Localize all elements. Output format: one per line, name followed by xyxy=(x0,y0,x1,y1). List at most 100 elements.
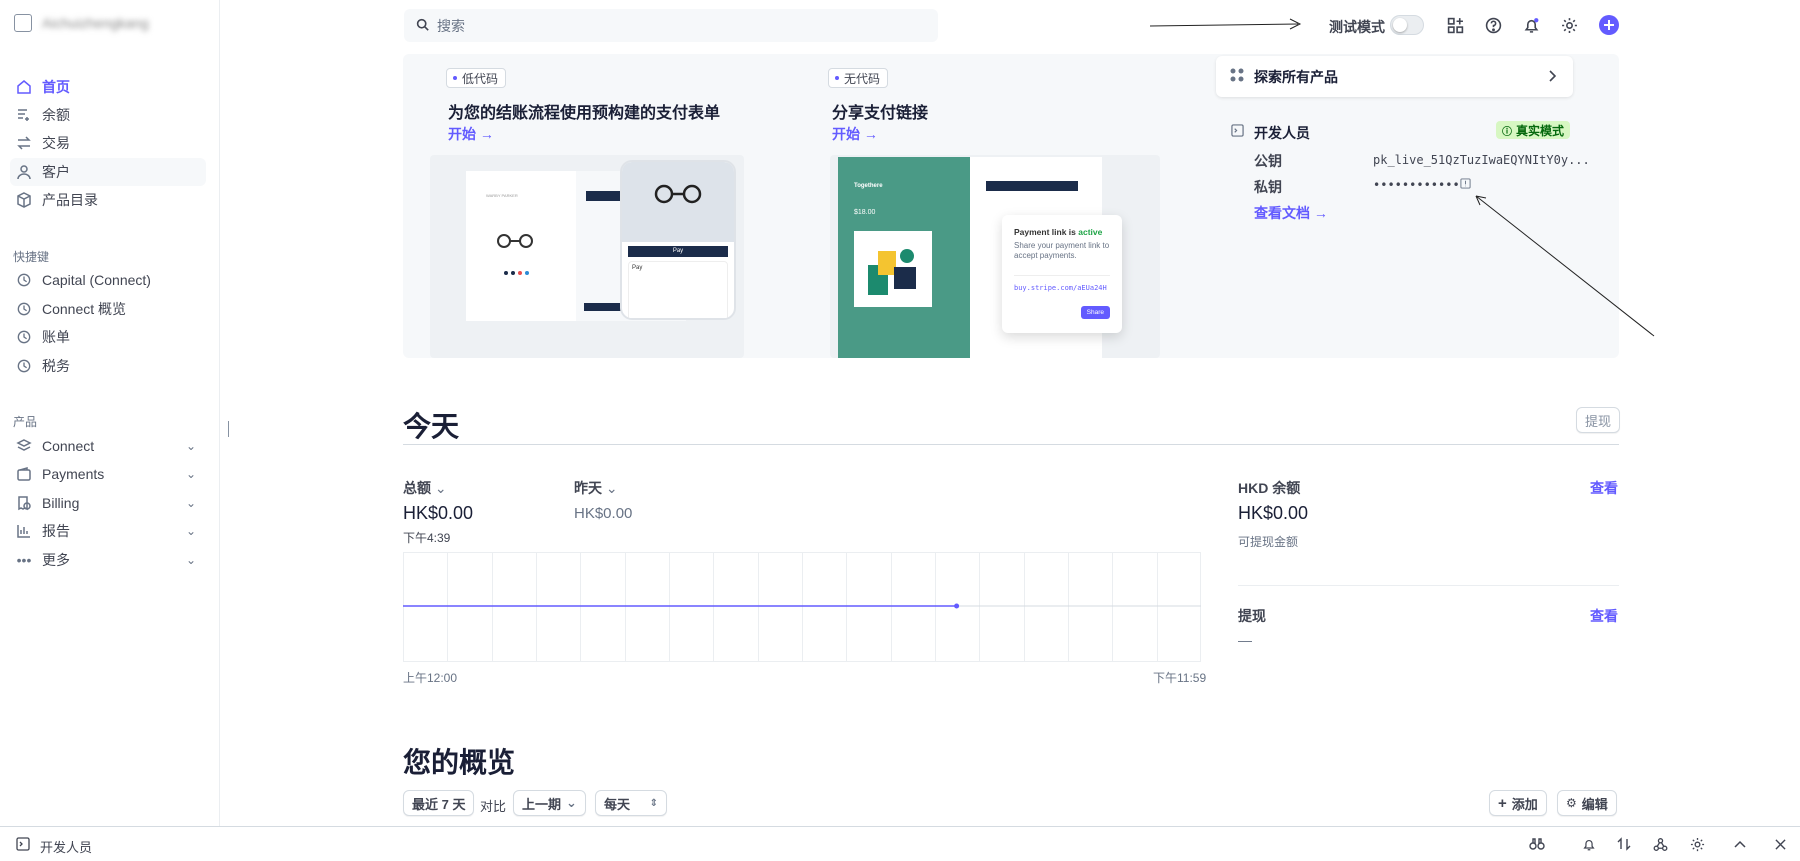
sidebar-resize-handle[interactable] xyxy=(228,421,229,437)
gross-volume-value: HK$0.00 xyxy=(403,503,474,523)
sidebar-item-connect[interactable]: Connect ⌄ xyxy=(10,432,206,460)
compare-period-select[interactable]: 上一期 ⌄ xyxy=(513,790,586,816)
payout-button[interactable]: 提现 xyxy=(1576,407,1621,433)
explore-all-products-button[interactable]: 探索所有产品 xyxy=(1216,56,1573,97)
billing-icon xyxy=(16,495,32,511)
sidebar-item-label: 产品目录 xyxy=(42,192,98,208)
divider xyxy=(1238,585,1619,586)
sidebar-item-billing[interactable]: Billing ⌄ xyxy=(10,489,206,517)
sidebar-item-tax[interactable]: 税务 xyxy=(10,352,206,380)
today-chart xyxy=(403,552,1201,662)
secret-key-label: 私钥 xyxy=(1254,179,1282,195)
bar-chart-icon xyxy=(16,523,32,539)
sidebar-item-transactions[interactable]: 交易 xyxy=(10,129,206,157)
account-switcher[interactable]: Aichuizhengkang xyxy=(14,14,149,32)
add-widget-button[interactable]: + 添加 xyxy=(1489,790,1547,816)
grid-icon xyxy=(1230,68,1244,85)
sidebar-item-product-catalog[interactable]: 产品目录 xyxy=(10,186,206,214)
sidebar-item-reports[interactable]: 报告 ⌄ xyxy=(10,517,206,545)
developer-title: 开发人员 xyxy=(1254,125,1310,141)
chevron-down-icon: ⌄ xyxy=(185,496,196,510)
chevron-down-icon: ⌄ xyxy=(566,795,577,810)
person-icon xyxy=(16,164,32,180)
inspect-binoculars-icon[interactable] xyxy=(1528,835,1546,853)
search-icon xyxy=(416,18,429,34)
chevron-right-icon xyxy=(1547,69,1557,85)
payment-link-preview-image: Togethere $18.00 Payment link is active … xyxy=(830,155,1160,358)
no-code-badge: 无代码 xyxy=(828,68,889,88)
sidebar-item-balance[interactable]: 余额 xyxy=(10,101,206,129)
checkout-card-title: 为您的结账流程使用预构建的支付表单 xyxy=(448,105,721,122)
hkd-balance-label: HKD 余额 xyxy=(1238,480,1301,496)
hkd-balance-value: HK$0.00 xyxy=(1238,503,1309,523)
sidebar-item-more[interactable]: ••• 更多 ⌄ xyxy=(10,546,206,574)
sidebar-item-label: 报告 xyxy=(42,523,70,539)
terminal-icon xyxy=(16,837,30,856)
sidebar-item-label: Connect xyxy=(42,438,95,454)
sidebar-item-label: 更多 xyxy=(42,552,70,568)
sidebar-item-label: 首页 xyxy=(42,79,70,95)
chart-axis-end: 下午11:59 xyxy=(1153,671,1207,685)
create-plus-icon[interactable] xyxy=(1598,14,1620,36)
sidebar-item-payments[interactable]: Payments ⌄ xyxy=(10,460,206,488)
public-key-label: 公钥 xyxy=(1254,153,1282,169)
edit-overview-button[interactable]: ⚙ 编辑 xyxy=(1557,790,1617,816)
balance-view-link[interactable]: 查看 xyxy=(1590,478,1618,498)
checkout-start-link[interactable]: 开始 → xyxy=(448,124,494,144)
payouts-label: 提现 xyxy=(1238,608,1266,624)
chart-axis-start: 上午12:00 xyxy=(403,671,458,685)
sidebar-item-invoices[interactable]: 账单 xyxy=(10,323,206,351)
payouts-value: — xyxy=(1238,632,1252,648)
low-code-badge: 低代码 xyxy=(446,68,507,88)
apps-add-icon[interactable] xyxy=(1444,14,1466,36)
sidebar-item-label: 税务 xyxy=(42,358,70,374)
secret-key-value[interactable]: •••••••••••• xyxy=(1373,178,1460,192)
webhooks-icon[interactable] xyxy=(1651,835,1669,853)
chevron-up-icon[interactable] xyxy=(1731,835,1749,853)
sidebar-item-label: Capital (Connect) xyxy=(42,272,151,288)
settings-gear-icon[interactable] xyxy=(1688,835,1706,853)
compare-label: 对比 xyxy=(480,799,507,814)
view-docs-link[interactable]: 查看文档 → xyxy=(1254,203,1328,223)
gross-volume-label[interactable]: 总额 ⌄ xyxy=(403,478,447,498)
explore-label: 探索所有产品 xyxy=(1254,68,1338,85)
overview-heading: 您的概览 xyxy=(403,747,516,778)
settings-gear-icon[interactable] xyxy=(1558,14,1580,36)
clock-icon xyxy=(16,272,32,288)
clock-icon xyxy=(16,301,32,317)
developer-tools-button[interactable]: 开发人员 xyxy=(16,837,92,856)
live-mode-badge: ⓘ 真实模式 xyxy=(1496,121,1571,139)
sidebar-item-connect-overview[interactable]: Connect 概览 xyxy=(10,295,206,323)
payment-links-start-link[interactable]: 开始 → xyxy=(832,124,878,144)
sidebar-item-label: Billing xyxy=(42,495,80,511)
annotation-arrow-icon xyxy=(1475,195,1655,337)
chevron-down-icon: ⌄ xyxy=(185,524,196,538)
yesterday-label[interactable]: 昨天 ⌄ xyxy=(574,478,618,498)
ellipsis-icon: ••• xyxy=(16,552,32,568)
sidebar-item-home[interactable]: 首页 xyxy=(10,73,206,101)
box-icon xyxy=(16,192,32,208)
payouts-view-link[interactable]: 查看 xyxy=(1590,606,1618,626)
terminal-icon xyxy=(1231,124,1244,142)
search-input[interactable]: 搜索 xyxy=(404,9,938,42)
account-name: Aichuizhengkang xyxy=(42,15,149,31)
test-mode-toggle[interactable] xyxy=(1390,15,1424,35)
sidebar-item-customers[interactable]: 客户 xyxy=(10,158,206,186)
chevron-down-icon: ⌄ xyxy=(185,439,196,453)
clock-icon xyxy=(16,358,32,374)
public-key-value[interactable]: pk_live_51QzTuzIwaEQYNItY0y... xyxy=(1373,153,1590,167)
chevron-down-icon: ⌄ xyxy=(434,480,447,496)
gross-volume-time: 下午4:39 xyxy=(403,531,451,545)
help-icon[interactable] xyxy=(1482,14,1504,36)
bell-icon[interactable] xyxy=(1580,835,1598,853)
date-range-button[interactable]: 最近 7 天 xyxy=(403,790,475,816)
sidebar-item-capital-connect[interactable]: Capital (Connect) xyxy=(10,266,206,294)
info-icon: ⓘ xyxy=(1502,126,1512,138)
interval-select[interactable]: 每天 ⇕ xyxy=(595,790,667,816)
developer-bottom-bar: 开发人员 xyxy=(0,826,1800,861)
account-icon xyxy=(14,14,32,32)
chevron-down-icon: ⌄ xyxy=(185,467,196,481)
close-icon[interactable] xyxy=(1771,835,1789,853)
sort-arrows-icon[interactable] xyxy=(1615,835,1633,853)
notifications-bell-icon[interactable] xyxy=(1520,14,1542,36)
